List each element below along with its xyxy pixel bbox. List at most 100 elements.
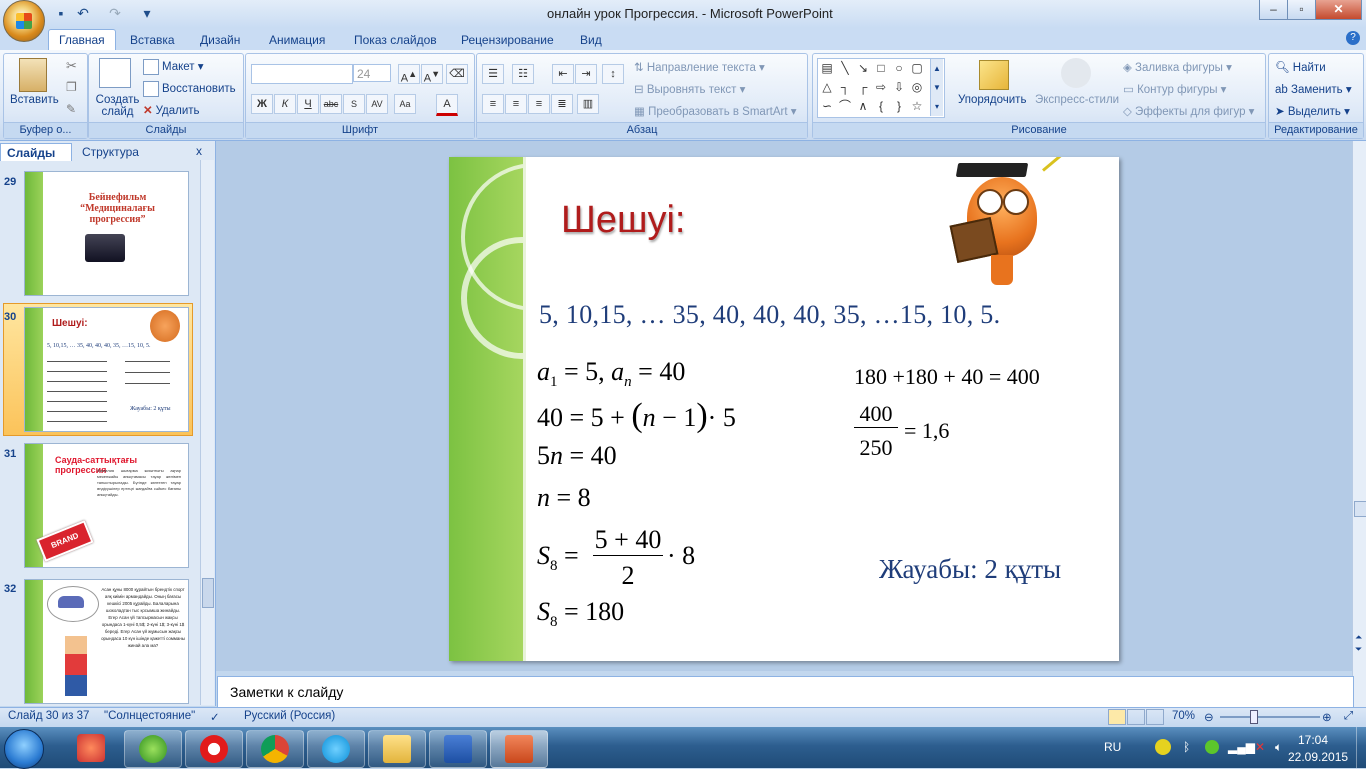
sequence-text[interactable]: 5, 10,15, … 35, 40, 40, 40, 35, …15, 10,… xyxy=(539,300,1000,330)
close-button[interactable]: ✕ xyxy=(1315,0,1362,20)
textbox-shape-icon[interactable]: ▤ xyxy=(820,61,834,75)
clock-time[interactable]: 17:04 xyxy=(1298,733,1328,747)
connector-shape-icon[interactable]: ┐ xyxy=(838,80,852,94)
redo-icon[interactable]: ↷ xyxy=(106,4,124,22)
slide-thumbnail-31[interactable]: Сауда-саттықтағы прогрессия Фамилия шыға… xyxy=(24,443,189,568)
tray-app-icon[interactable] xyxy=(1155,739,1171,755)
minimize-button[interactable]: – xyxy=(1259,0,1288,20)
volume-tray-icon[interactable]: 🔈︎ xyxy=(1275,740,1282,755)
taskbar-powerpoint[interactable] xyxy=(490,730,548,768)
customize-qat-icon[interactable]: ▾ xyxy=(138,4,156,22)
close-panel-icon[interactable]: x xyxy=(196,144,202,158)
shapes-scroll[interactable]: ▲ ▼ ▾ xyxy=(930,59,943,116)
tab-review[interactable]: Рецензирование xyxy=(461,31,554,49)
align-left-icon[interactable]: ≡ xyxy=(482,94,504,114)
bold-icon[interactable]: Ж xyxy=(251,94,273,114)
shape-outline-button[interactable]: ▭ Контур фигуры ▾ xyxy=(1123,82,1226,96)
answer-text[interactable]: Жауабы: 2 құты xyxy=(879,554,1061,585)
taskbar-chrome[interactable] xyxy=(246,730,304,768)
tab-outline[interactable]: Структура xyxy=(74,143,164,161)
bluetooth-icon[interactable]: ᛒ xyxy=(1183,740,1190,754)
zoom-in-icon[interactable]: ⊕ xyxy=(1322,710,1332,724)
right-brace-shape-icon[interactable]: } xyxy=(892,99,906,113)
grow-font-icon[interactable]: A▲ xyxy=(398,64,420,85)
justify-icon[interactable]: ≣ xyxy=(551,94,573,114)
triangle-shape-icon[interactable]: △ xyxy=(820,80,834,94)
slide-sorter-icon[interactable] xyxy=(1127,709,1145,725)
line-shape-icon[interactable]: ╲ xyxy=(838,61,852,75)
prev-slide-icon[interactable]: ⏶ ⏷ xyxy=(1355,631,1362,655)
slide-thumbnail-30[interactable]: Шешуі: 5, 10,15, … 35, 40, 40, 40, 35, …… xyxy=(24,307,189,432)
strikethrough-icon[interactable]: abc xyxy=(320,94,342,114)
slides-panel-scroll-thumb[interactable] xyxy=(202,578,214,608)
freeform-shape-icon[interactable]: ∧ xyxy=(856,99,870,113)
tab-slides[interactable]: Слайды xyxy=(0,143,72,161)
tab-animation[interactable]: Анимация xyxy=(269,31,325,49)
shape-effects-button[interactable]: ◇ Эффекты для фигур ▾ xyxy=(1123,104,1254,118)
right-arrow-shape-icon[interactable]: ⇨ xyxy=(874,80,888,94)
line-spacing-icon[interactable]: ↕ xyxy=(602,64,624,84)
network-icon[interactable]: ✕ xyxy=(1255,740,1265,754)
copy-icon[interactable]: ❐ xyxy=(66,80,77,94)
tab-view[interactable]: Вид xyxy=(580,31,602,49)
quick-styles-button[interactable]: Экспресс-стили xyxy=(1035,94,1119,106)
smartart-button[interactable]: ▦ Преобразовать в SmartArt ▾ xyxy=(634,104,797,118)
paste-button[interactable]: Вставить xyxy=(10,94,59,106)
zoom-slider[interactable] xyxy=(1220,716,1320,718)
fit-to-window-icon[interactable]: ⤢ xyxy=(1344,710,1353,723)
help-icon[interactable]: ? xyxy=(1346,31,1360,45)
slides-panel-scrollbar[interactable] xyxy=(200,160,214,705)
clear-format-icon[interactable]: ⌫ xyxy=(446,64,468,84)
taskbar-opera[interactable] xyxy=(185,730,243,768)
select-button[interactable]: ➤ Выделить ▾ xyxy=(1275,104,1350,118)
start-button[interactable] xyxy=(4,729,44,769)
taskbar-skype[interactable] xyxy=(307,730,365,768)
cut-icon[interactable]: ✂ xyxy=(66,58,77,74)
shrink-font-icon[interactable]: A▼ xyxy=(421,64,443,85)
language-indicator[interactable]: Русский (Россия) xyxy=(244,710,335,722)
left-brace-shape-icon[interactable]: { xyxy=(874,99,888,113)
spellcheck-icon[interactable]: ✓ xyxy=(210,710,220,724)
slideshow-view-icon[interactable] xyxy=(1146,709,1164,725)
align-text-button[interactable]: ⊟ Выровнять текст ▾ xyxy=(634,82,745,96)
elbow-connector-shape-icon[interactable]: ┌ xyxy=(856,80,870,94)
slide-scroll-thumb[interactable] xyxy=(1354,501,1366,517)
slide-thumbnail-32[interactable]: Асан құны 8000 құрайтын брендтік спорт а… xyxy=(24,579,189,704)
maximize-button[interactable]: ▫ xyxy=(1287,0,1316,20)
slide-scrollbar[interactable]: ⏶ ⏷ xyxy=(1352,141,1366,707)
rounded-rect-shape-icon[interactable]: ▢ xyxy=(910,61,924,75)
notes-pane[interactable]: Заметки к слайду xyxy=(217,676,1354,708)
tab-slideshow[interactable]: Показ слайдов xyxy=(354,31,437,49)
slide-thumbnail-29[interactable]: Бейнефильм “Медициналағы прогрессия” xyxy=(24,171,189,296)
tray-utorrent-icon[interactable] xyxy=(1205,740,1219,754)
tab-insert[interactable]: Вставка xyxy=(130,31,175,49)
taskbar-explorer[interactable] xyxy=(368,730,426,768)
columns-icon[interactable]: ▥ xyxy=(577,94,599,114)
save-icon[interactable]: ▪ xyxy=(52,4,70,22)
oval-shape-icon[interactable]: ○ xyxy=(892,61,906,75)
layout-button[interactable]: Макет ▾ xyxy=(143,59,204,75)
taskbar-utorrent[interactable] xyxy=(124,730,182,768)
rectangle-shape-icon[interactable]: □ xyxy=(874,61,888,75)
align-center-icon[interactable]: ≡ xyxy=(505,94,527,114)
reset-button[interactable]: Восстановить xyxy=(143,81,236,97)
decrease-indent-icon[interactable]: ⇤ xyxy=(552,64,574,84)
numbering-icon[interactable]: ☷ xyxy=(512,64,534,84)
signal-icon[interactable]: ▂▄▆ xyxy=(1228,740,1255,754)
delete-slide-button[interactable]: ✕ Удалить xyxy=(143,103,200,117)
increase-indent-icon[interactable]: ⇥ xyxy=(575,64,597,84)
undo-icon[interactable]: ↶ xyxy=(74,4,92,22)
font-name-input[interactable] xyxy=(251,64,353,84)
font-size-input[interactable]: 24 xyxy=(353,64,391,82)
shapes-gallery[interactable]: ▤ ╲ ↘ □ ○ ▢ △ ┐ ┌ ⇨ ⇩ ◎ ∽ ⌒ ∧ { } ☆ ▲ ▼ ▾ xyxy=(817,58,945,118)
down-arrow-shape-icon[interactable]: ⇩ xyxy=(892,80,906,94)
taskbar-word[interactable] xyxy=(429,730,487,768)
arc-shape-icon[interactable]: ⌒ xyxy=(838,99,852,113)
format-painter-icon[interactable]: ✎ xyxy=(66,102,76,116)
tab-home[interactable]: Главная xyxy=(48,29,116,51)
keyboard-language[interactable]: RU xyxy=(1104,740,1121,754)
zoom-out-icon[interactable]: ⊖ xyxy=(1204,710,1214,724)
text-direction-button[interactable]: ⇅ Направление текста ▾ xyxy=(634,60,765,74)
shadow-icon[interactable]: S xyxy=(343,94,365,114)
slide-heading[interactable]: Шешуі: xyxy=(561,199,685,242)
